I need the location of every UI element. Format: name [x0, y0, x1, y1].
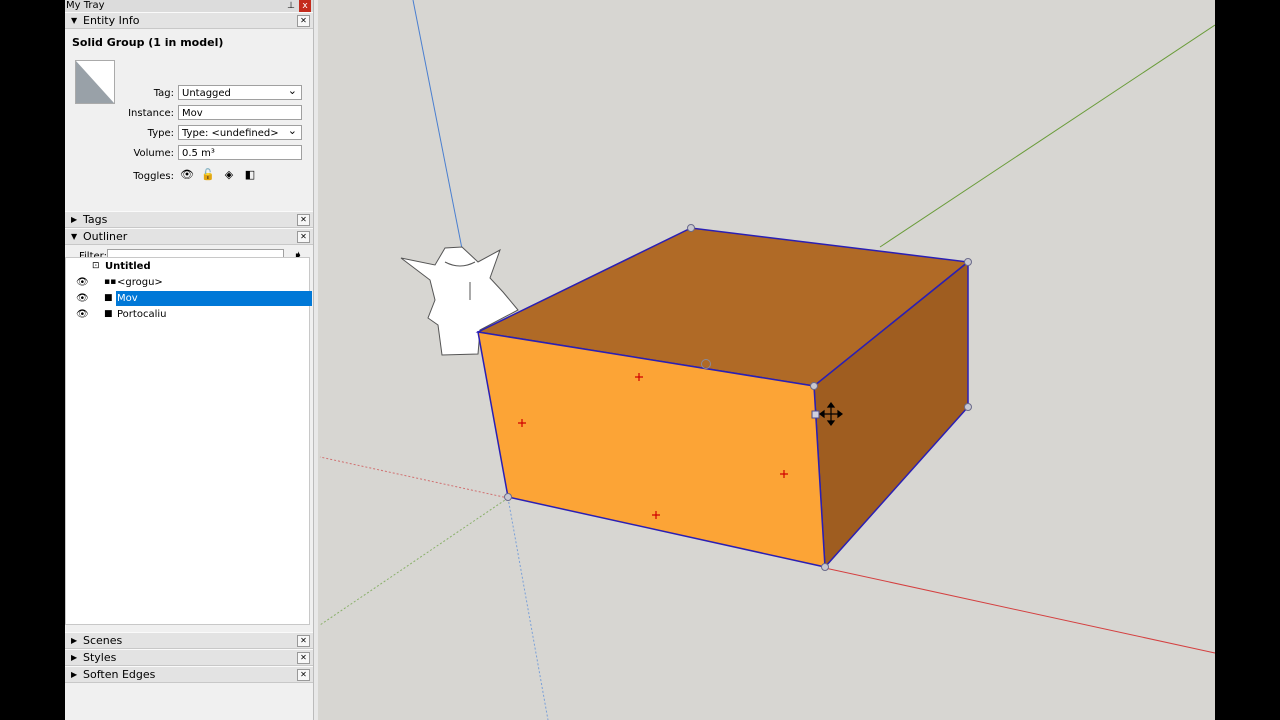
- tray-title: My Tray: [66, 0, 105, 11]
- red-axis: [824, 567, 1215, 654]
- toggles-label: Toggles:: [133, 171, 174, 182]
- grip-handle[interactable]: [811, 410, 820, 419]
- type-label: Type:: [147, 128, 174, 139]
- receive-shadows-icon[interactable]: ◈: [220, 166, 238, 183]
- pin-icon[interactable]: ⊥: [285, 0, 297, 12]
- close-icon[interactable]: ✕: [297, 635, 310, 647]
- collapse-arrow-icon: ▼: [71, 232, 78, 241]
- model-canvas[interactable]: [318, 0, 1215, 720]
- group-icon: ■: [104, 309, 113, 319]
- entity-info-title: Entity Info: [83, 14, 140, 27]
- styles-header[interactable]: ▶ Styles ✕: [65, 649, 313, 666]
- toggles-row: Toggles: 👁 🔓 ◈ ◧: [113, 168, 303, 186]
- close-icon[interactable]: ✕: [297, 214, 310, 226]
- blue-axis-negative: [507, 497, 549, 720]
- close-icon[interactable]: ✕: [297, 15, 310, 27]
- type-row: Type: Type: <undefined>: [113, 125, 303, 143]
- close-icon[interactable]: ✕: [297, 669, 310, 681]
- entity-info-header[interactable]: ▼ Entity Info ✕: [65, 12, 313, 29]
- instance-input[interactable]: Mov: [178, 105, 302, 120]
- volume-row: Volume: 0.5 m³: [113, 145, 303, 163]
- eye-icon[interactable]: 👁: [76, 291, 89, 306]
- outliner-item-untitled[interactable]: ⊡ Untitled: [66, 259, 312, 274]
- volume-label: Volume:: [133, 148, 174, 159]
- outliner-header[interactable]: ▼ Outliner ✕: [65, 228, 313, 245]
- type-dropdown[interactable]: Type: <undefined>: [178, 125, 302, 140]
- expand-arrow-icon: ▶: [71, 215, 78, 224]
- tag-dropdown[interactable]: Untagged: [178, 85, 302, 100]
- bottom-panels: ▶ Scenes ✕ ▶ Styles ✕ ▶ Soften Edges ✕: [65, 632, 313, 683]
- outliner-title: Outliner: [83, 230, 128, 243]
- instance-label: Instance:: [128, 108, 174, 119]
- tray-close-button[interactable]: x: [299, 0, 311, 12]
- close-icon[interactable]: ✕: [297, 652, 310, 664]
- model-viewport[interactable]: [318, 0, 1215, 720]
- group-icon: ■: [104, 293, 113, 303]
- entity-heading: Solid Group (1 in model): [72, 36, 224, 49]
- red-axis-negative: [319, 456, 509, 499]
- material-preview[interactable]: [75, 60, 115, 104]
- tray-title-bar: My Tray ⊥ x: [65, 0, 313, 12]
- entity-info-body: Solid Group (1 in model) Tag: Untagged I…: [65, 29, 313, 197]
- tag-row: Tag: Untagged: [113, 85, 303, 103]
- scenes-header[interactable]: ▶ Scenes ✕: [65, 632, 313, 649]
- outliner-item-mov[interactable]: 👁 ■ Mov: [66, 291, 312, 306]
- soften-edges-header[interactable]: ▶ Soften Edges ✕: [65, 666, 313, 683]
- expand-arrow-icon: ▶: [71, 670, 78, 679]
- tag-label: Tag:: [153, 88, 174, 99]
- collapse-arrow-icon: ▼: [71, 16, 78, 25]
- green-axis: [879, 24, 1215, 248]
- tags-title: Tags: [83, 213, 108, 226]
- expand-arrow-icon: ▶: [71, 636, 78, 645]
- component-icon: ▪▪: [104, 277, 117, 287]
- eye-icon[interactable]: 👁: [76, 307, 89, 322]
- tray-panel: My Tray ⊥ x ▼ Entity Info ✕ Solid Group …: [65, 0, 313, 720]
- outliner-list[interactable]: ⊡ Untitled 👁 ▪▪ <grogu> 👁 ■ Mov 👁 ■ Port…: [65, 257, 312, 625]
- cast-shadows-icon[interactable]: ◧: [241, 166, 259, 183]
- eye-icon[interactable]: 👁: [178, 166, 196, 183]
- eye-icon[interactable]: 👁: [76, 275, 89, 290]
- model-icon: ⊡: [92, 261, 100, 271]
- outliner-item-portocaliu[interactable]: 👁 ■ Portocaliu: [66, 307, 312, 322]
- volume-field: 0.5 m³: [178, 145, 302, 160]
- green-axis-negative: [319, 497, 509, 626]
- close-icon[interactable]: ✕: [297, 231, 310, 243]
- outliner-item-grogu[interactable]: 👁 ▪▪ <grogu>: [66, 275, 312, 290]
- lock-icon[interactable]: 🔓: [199, 166, 217, 183]
- tags-header[interactable]: ▶ Tags ✕: [65, 211, 313, 228]
- expand-arrow-icon: ▶: [71, 653, 78, 662]
- instance-row: Instance: Mov: [113, 105, 303, 123]
